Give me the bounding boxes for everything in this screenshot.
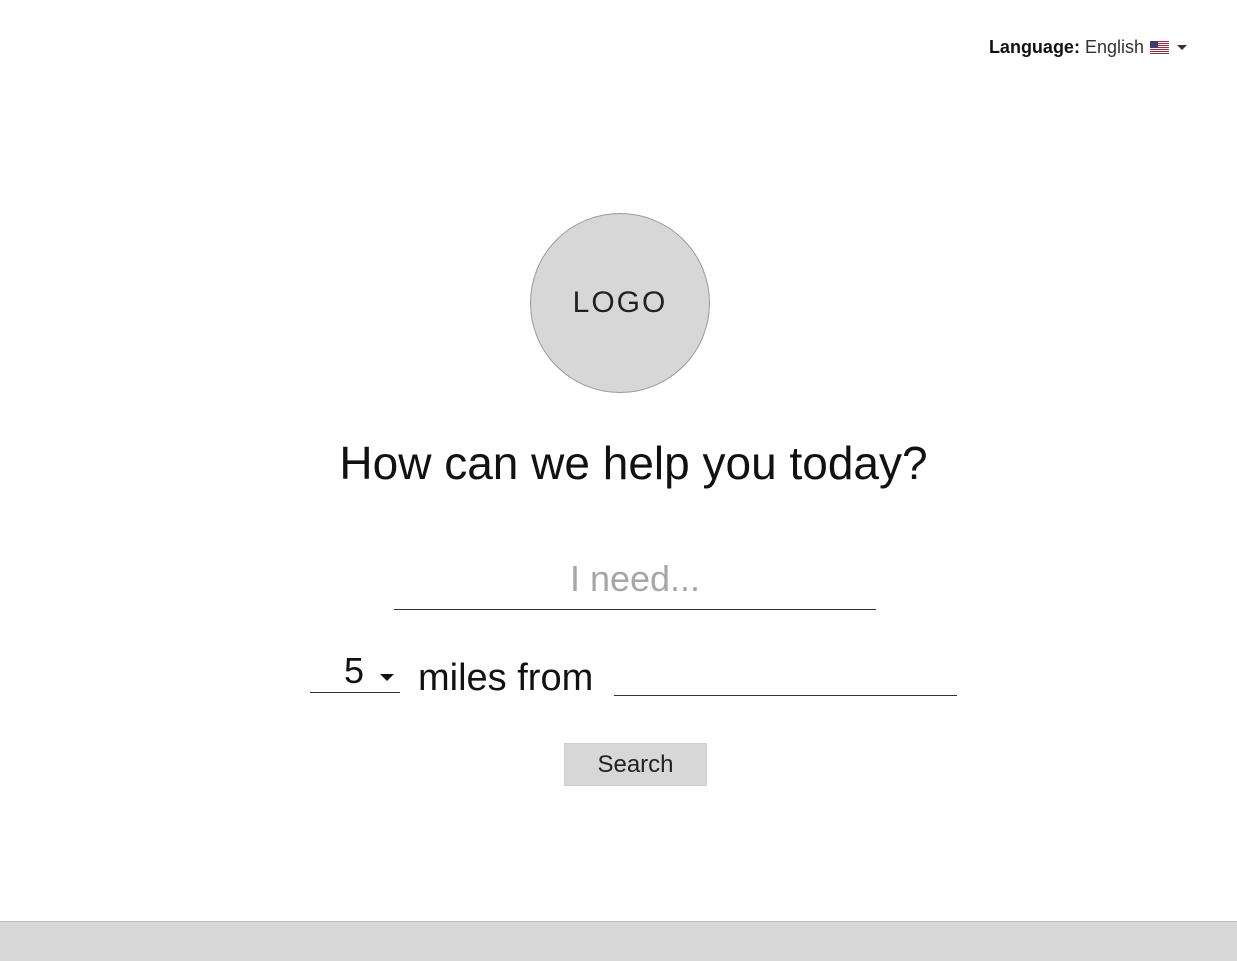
logo: LOGO	[530, 213, 710, 393]
miles-from-label: miles from	[418, 657, 594, 699]
location-input[interactable]	[614, 656, 957, 696]
footer	[0, 921, 1237, 961]
distance-value: 5	[344, 650, 365, 691]
language-value: English	[1084, 37, 1144, 57]
page-title: How can we help you today?	[339, 437, 928, 489]
search-button[interactable]: Search	[564, 743, 707, 786]
distance-select[interactable]: 5	[310, 650, 400, 693]
language-selector[interactable]: Language: English	[989, 37, 1187, 58]
us-flag-icon	[1150, 41, 1169, 54]
language-label: Language:	[988, 37, 1080, 57]
chevron-down-icon	[380, 674, 394, 681]
need-search-input[interactable]	[394, 548, 876, 610]
chevron-down-icon	[1177, 45, 1187, 50]
